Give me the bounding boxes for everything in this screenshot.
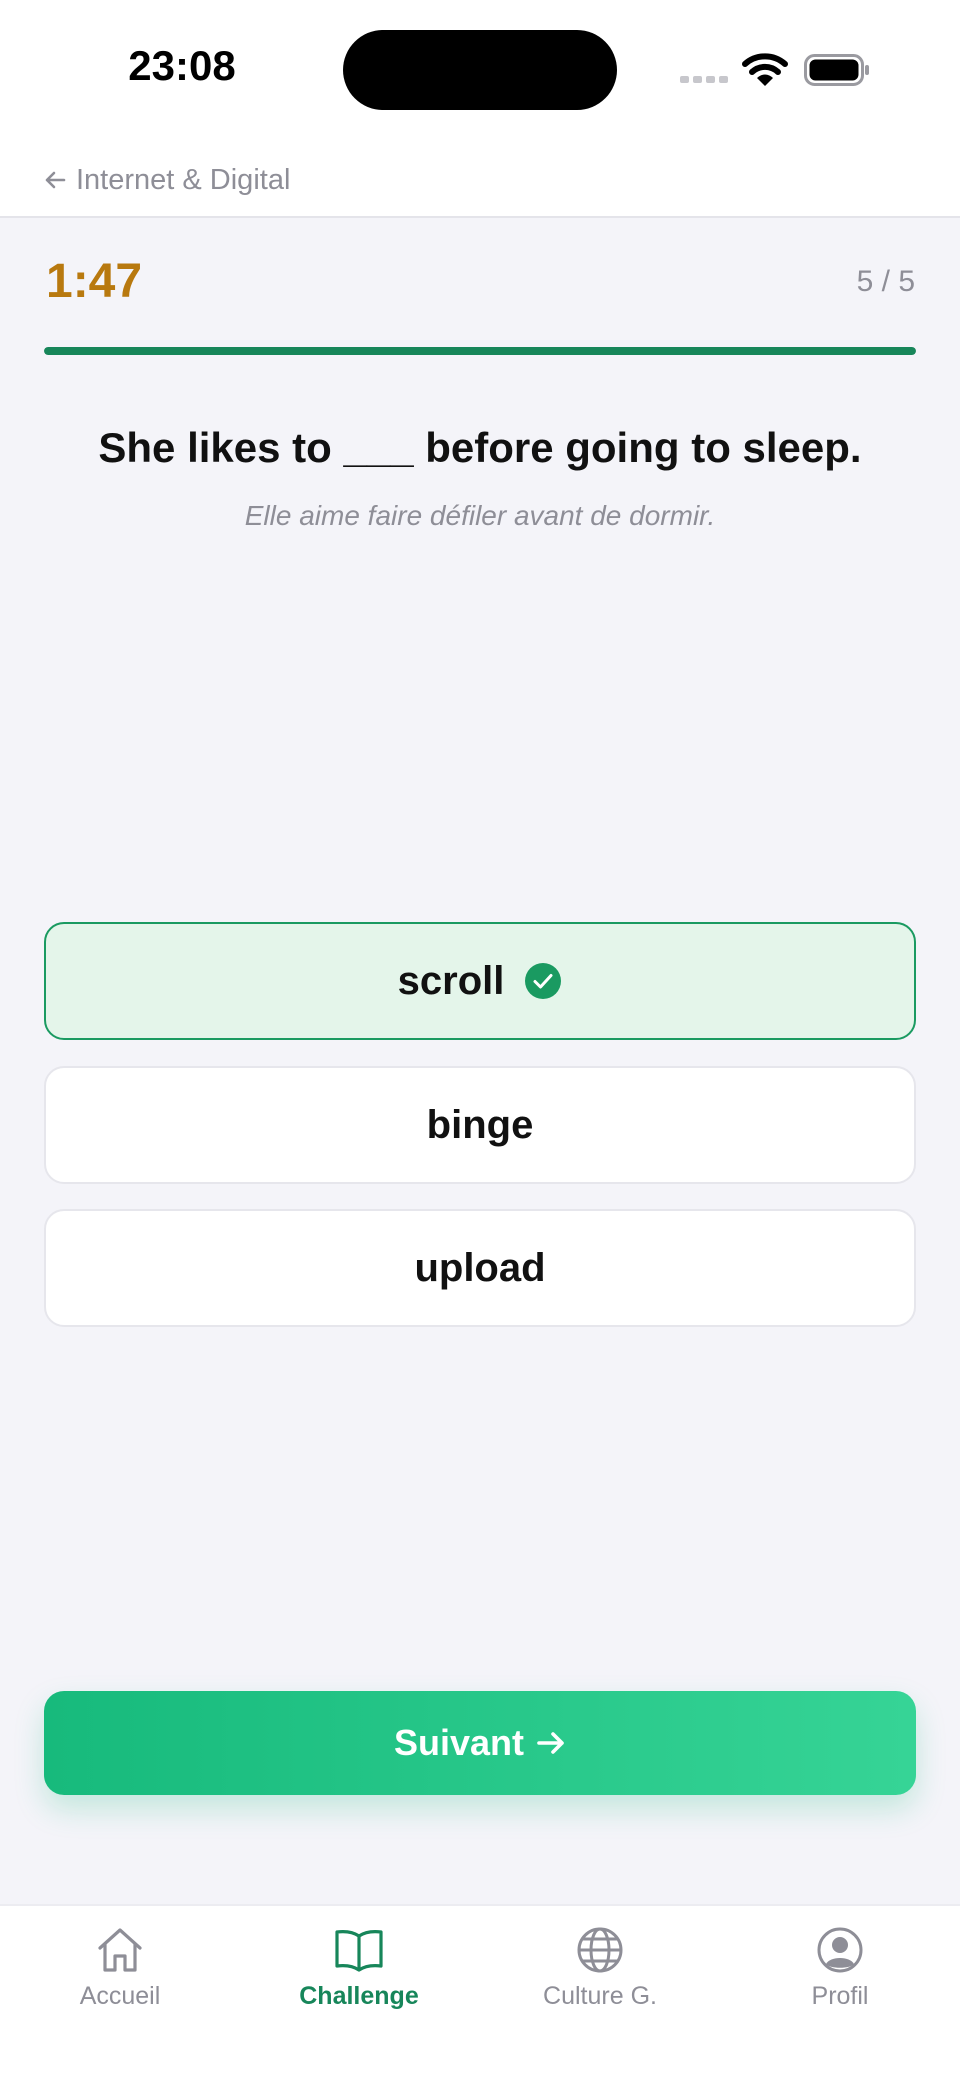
quiz-timer: 1:47	[46, 255, 143, 308]
check-circle-icon	[525, 963, 562, 999]
question-translation: Elle aime faire défiler avant de dormir.	[244, 500, 716, 531]
answer-option-label: scroll	[397, 958, 505, 1003]
dynamic-island	[343, 30, 617, 110]
question-text: She likes to ___ before going to sleep.	[98, 424, 862, 471]
quiz-progress-fill	[44, 347, 916, 355]
book-icon	[335, 1930, 383, 1972]
back-label: Internet & Digital	[76, 163, 291, 196]
tab-label: Culture G.	[543, 1982, 657, 2010]
answer-option-label: upload	[414, 1245, 546, 1290]
answer-option-upload[interactable]: upload	[44, 1209, 916, 1327]
status-bar: 23:08	[0, 0, 960, 142]
tab-profil[interactable]: Profil	[740, 1924, 940, 2024]
answer-option-binge[interactable]: binge	[44, 1066, 916, 1184]
tab-label: Profil	[811, 1982, 869, 2010]
quiz-progress-bar	[44, 347, 916, 355]
wifi-icon	[742, 53, 788, 86]
arrow-left-icon	[45, 171, 66, 189]
tab-accueil[interactable]: Accueil	[20, 1924, 220, 2024]
answer-option-scroll[interactable]: scroll	[44, 922, 916, 1040]
tab-challenge[interactable]: Challenge	[259, 1924, 459, 2024]
home-icon	[98, 1928, 142, 1972]
tab-label: Accueil	[79, 1982, 161, 2010]
status-time: 23:08	[128, 42, 236, 89]
tab-culture[interactable]: Culture G.	[500, 1924, 700, 2024]
profile-icon	[817, 1927, 863, 1973]
tab-label: Challenge	[299, 1982, 419, 2010]
tab-bar: Accueil Challenge Culture G. Profil	[0, 1904, 960, 2088]
next-button-label: Suivant	[393, 1722, 525, 1763]
arrow-right-icon	[537, 1732, 564, 1754]
back-button[interactable]: Internet & Digital	[44, 160, 290, 200]
battery-icon	[804, 54, 869, 86]
next-button[interactable]: Suivant	[44, 1691, 916, 1795]
cellular-signal-icon	[680, 76, 728, 83]
answer-option-label: binge	[426, 1102, 534, 1147]
question-counter: 5 / 5	[856, 265, 915, 298]
nav-header: Internet & Digital	[0, 142, 960, 218]
globe-icon	[577, 1927, 623, 1973]
